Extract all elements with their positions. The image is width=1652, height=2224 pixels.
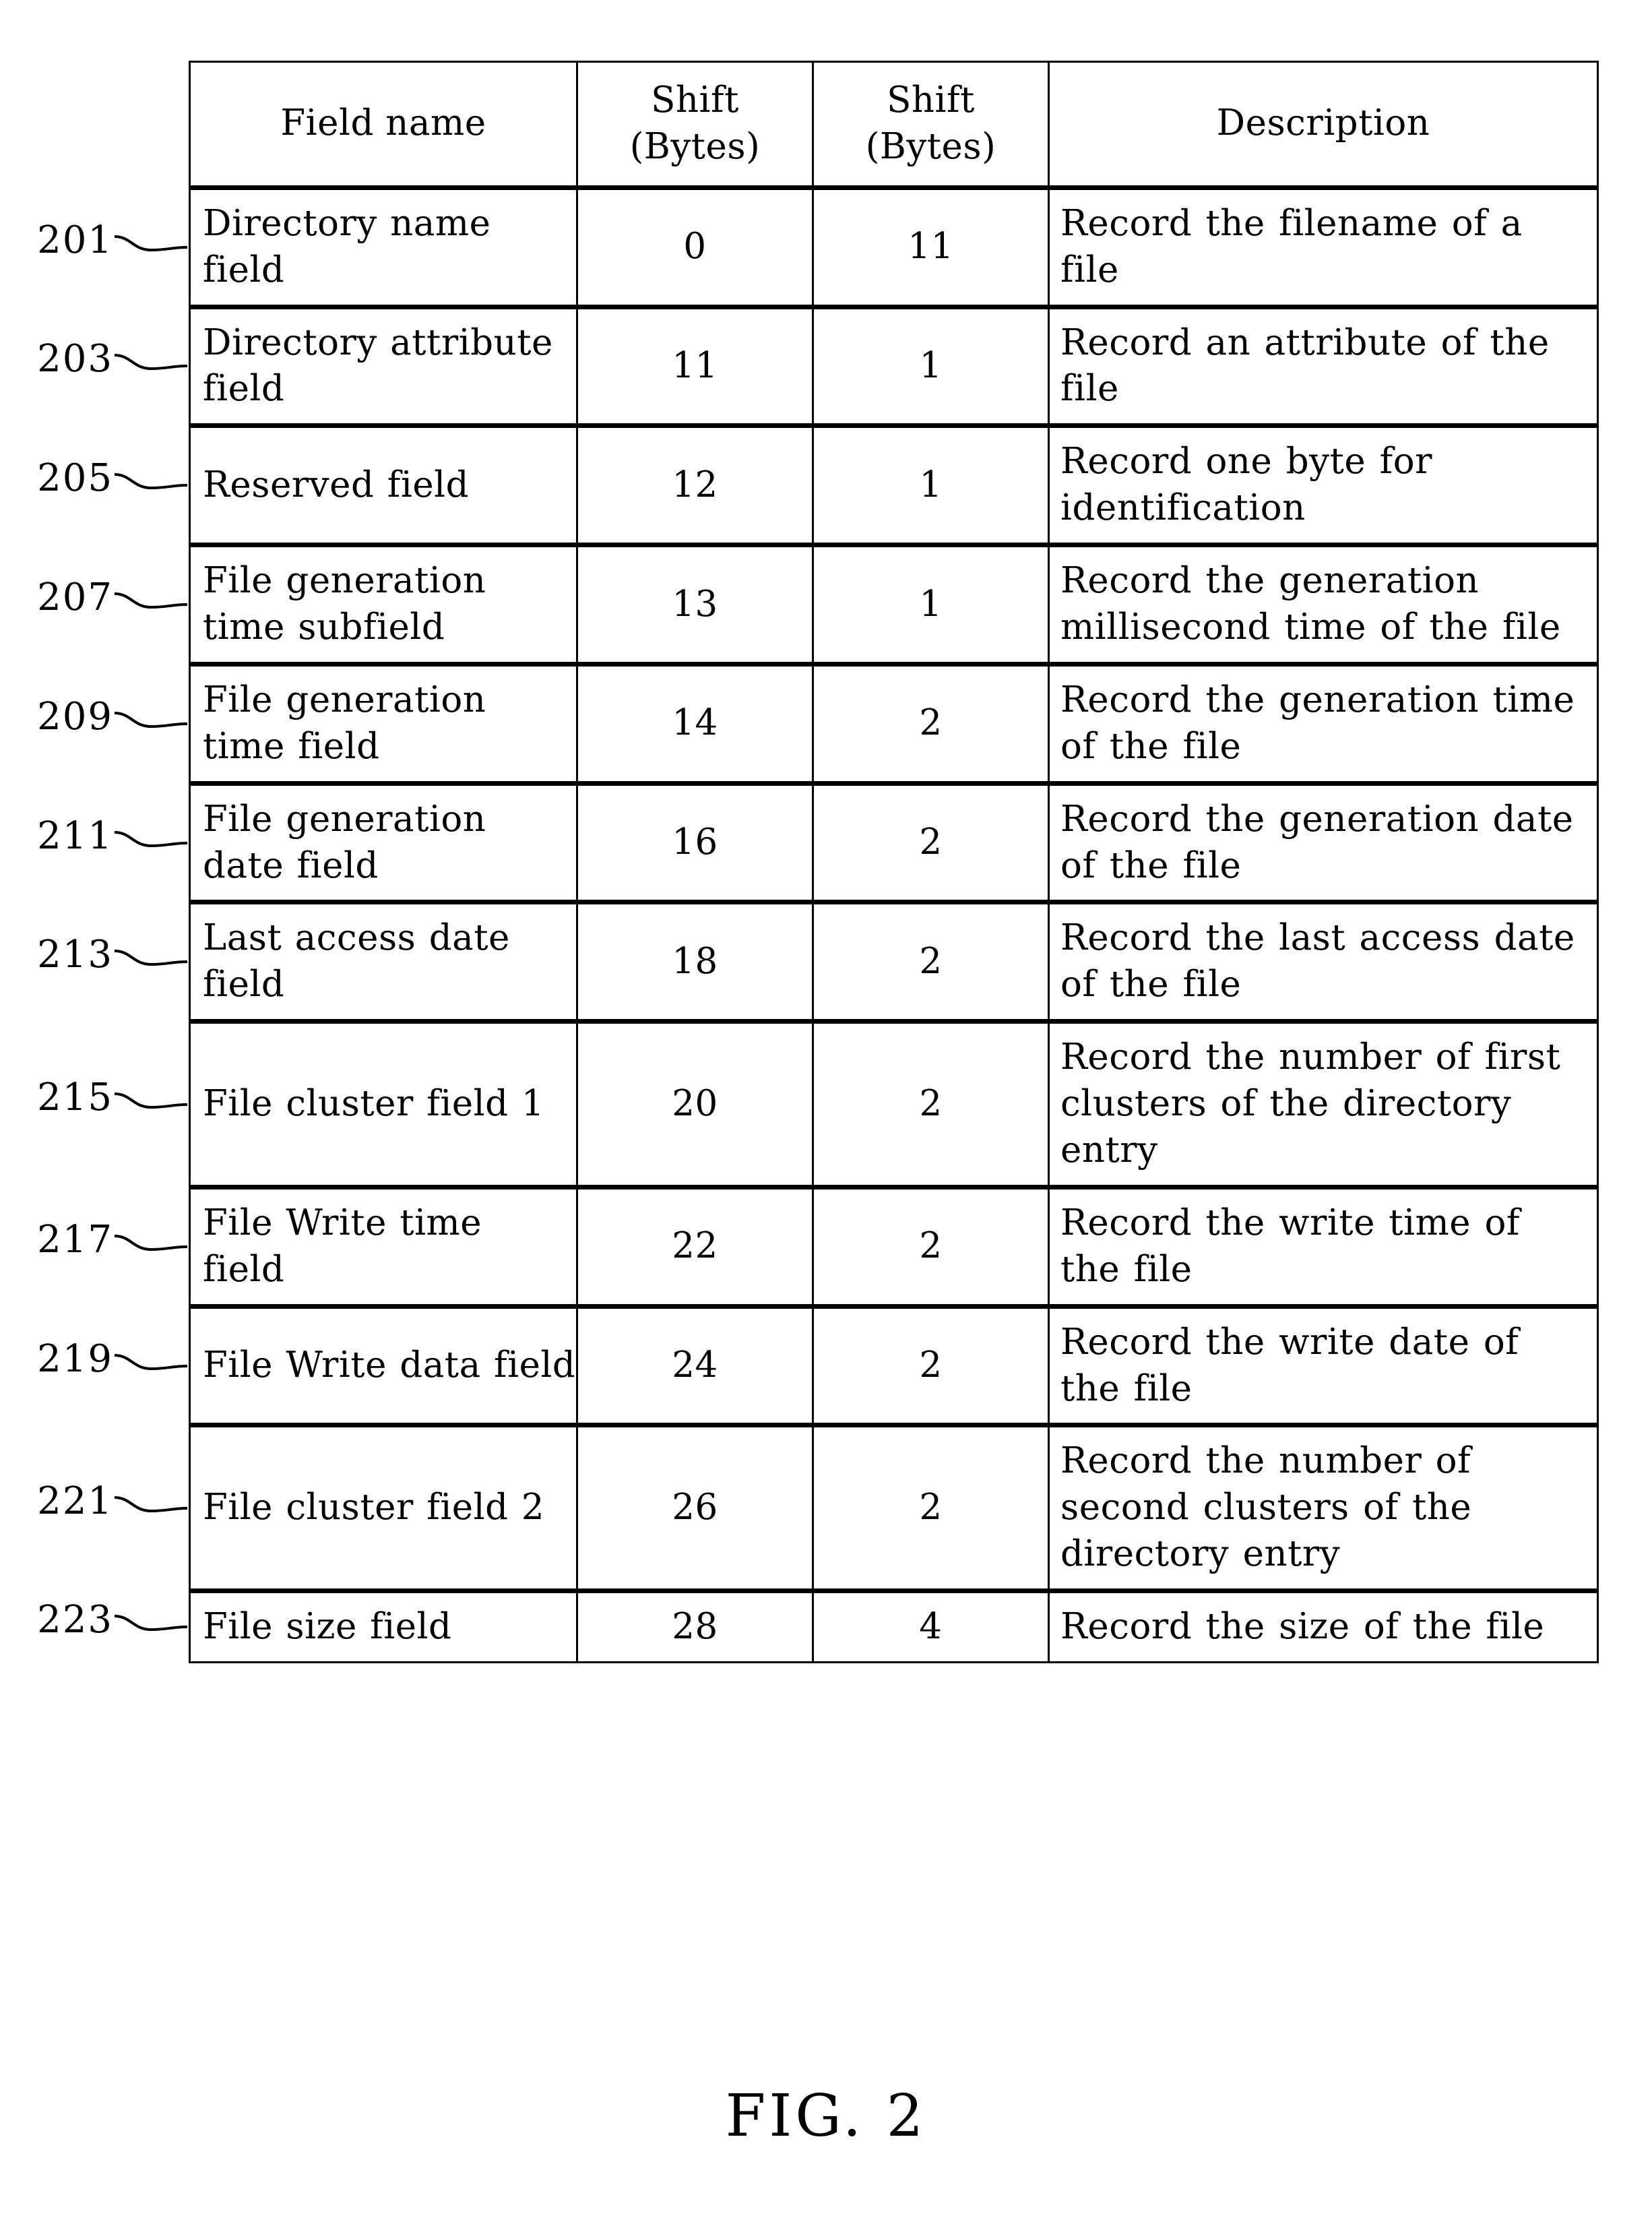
table-row: Directory attribute field 11 1 Record an at… (189, 304, 1599, 427)
leader-line (114, 1353, 188, 1370)
cell-field-name: Directory attribute field (189, 304, 578, 427)
cell-shift-length: 2 (812, 1303, 1050, 1427)
reference-numeral-label: 219 (37, 1336, 113, 1381)
directory-entry-structure-table: Field name Shift (Bytes) Shift (Bytes) D… (189, 61, 1599, 1664)
leader-line (114, 1234, 188, 1251)
cell-shift-length: 2 (812, 1423, 1050, 1593)
cell-description: Record the generation millisecond time o… (1048, 543, 1599, 665)
cell-shift-offset: 22 (576, 1184, 814, 1307)
cell-description: Record the last access date of the file (1048, 900, 1599, 1023)
cell-shift-offset: 12 (576, 423, 814, 547)
cell-shift-offset: 24 (576, 1303, 814, 1427)
reference-numeral-label: 217 (37, 1217, 113, 1262)
table-row: File Write data field 24 2 Record the write… (189, 1303, 1599, 1427)
table-row: File cluster field 2 26 2 Record the number… (189, 1423, 1599, 1593)
cell-shift-length: 2 (812, 900, 1050, 1023)
reference-numeral-label: 207 (37, 576, 113, 620)
reference-numeral-label: 203 (37, 337, 113, 381)
cell-description: Record the write date of the file (1048, 1303, 1599, 1427)
header-cell-shift-length: Shift (Bytes) (812, 61, 1050, 190)
leader-line (114, 830, 188, 847)
header-shift-length-line2: (Bytes) (865, 125, 996, 167)
header-cell-field-name: Field name (189, 61, 578, 190)
leader-line (114, 354, 188, 371)
reference-numeral-label: 221 (37, 1479, 113, 1523)
cell-shift-length: 11 (812, 185, 1050, 308)
cell-description: Record one byte for identification (1048, 423, 1599, 547)
leader-line (114, 950, 188, 966)
header-shift-offset-line2: (Bytes) (629, 125, 761, 167)
header-cell-shift-offset: Shift (Bytes) (576, 61, 814, 190)
cell-field-name: Reserved field (189, 423, 578, 547)
table-row: File Write time field 22 2 Record the write… (189, 1184, 1599, 1307)
cell-shift-offset: 20 (576, 1019, 814, 1188)
cell-shift-length: 1 (812, 304, 1050, 427)
cell-description: Record the number of first clusters of t… (1048, 1019, 1599, 1188)
cell-description: Record an attribute of the file (1048, 304, 1599, 427)
table-row: File generation time field 14 2 Record the … (189, 661, 1599, 784)
header-cell-description: Description (1048, 61, 1599, 190)
reference-numeral-label: 201 (37, 218, 113, 262)
reference-numeral-label: 209 (37, 694, 113, 739)
table-row: File generation time subfield 13 1 Record t… (189, 543, 1599, 665)
cell-description: Record the number of second clusters of … (1048, 1423, 1599, 1593)
leader-line (114, 1614, 188, 1631)
table-row: File generation date field 16 2 Record the … (189, 780, 1599, 904)
leader-line (114, 592, 188, 609)
cell-shift-length: 1 (812, 543, 1050, 665)
cell-field-name: Last access date field (189, 900, 578, 1023)
reference-numeral-label: 223 (37, 1597, 113, 1642)
table-row: File size field 28 4 Record the size of the… (189, 1588, 1599, 1664)
reference-numeral-label: 205 (37, 456, 113, 501)
cell-shift-length: 2 (812, 661, 1050, 784)
cell-shift-length: 2 (812, 780, 1050, 904)
cell-shift-offset: 26 (576, 1423, 814, 1593)
table-row: Last access date field 18 2 Record the last… (189, 900, 1599, 1023)
table-header-row: Field name Shift (Bytes) Shift (Bytes) D… (189, 61, 1599, 190)
cell-field-name: Directory name field (189, 185, 578, 308)
cell-shift-length: 2 (812, 1184, 1050, 1307)
cell-field-name: File cluster field 2 (189, 1423, 578, 1593)
header-shift-offset-line1: Shift (651, 80, 739, 121)
cell-shift-offset: 14 (576, 661, 814, 784)
reference-numeral-label: 213 (37, 933, 113, 977)
cell-shift-length: 2 (812, 1019, 1050, 1188)
leader-line (114, 473, 188, 490)
cell-field-name: File size field (189, 1588, 578, 1664)
reference-numeral-gutter: 201 203 205 207 209 211 213 215 217 219 221 223 (0, 61, 189, 2002)
header-shift-length-line1: Shift (887, 80, 975, 121)
cell-shift-offset: 18 (576, 900, 814, 1023)
cell-description: Record the filename of a file (1048, 185, 1599, 308)
cell-shift-offset: 28 (576, 1588, 814, 1664)
cell-shift-offset: 11 (576, 304, 814, 427)
figure-caption: FIG. 2 (725, 2082, 927, 2150)
table-row: Directory name field 0 11 Record the filena… (189, 185, 1599, 308)
cell-description: Record the generation date of the file (1048, 780, 1599, 904)
leader-line (114, 711, 188, 728)
cell-field-name: File Write data field (189, 1303, 578, 1427)
cell-shift-offset: 13 (576, 543, 814, 665)
cell-shift-length: 1 (812, 423, 1050, 547)
cell-field-name: File cluster field 1 (189, 1019, 578, 1188)
patent-figure: 201 203 205 207 209 211 213 215 217 219 221 223 Fie… (0, 0, 1652, 2224)
reference-numeral-label: 211 (37, 813, 113, 858)
cell-field-name: File generation time subfield (189, 543, 578, 665)
cell-description: Record the generation time of the file (1048, 661, 1599, 784)
cell-field-name: File generation date field (189, 780, 578, 904)
reference-numeral-label: 215 (37, 1075, 113, 1119)
leader-line (114, 1092, 188, 1109)
cell-description: Record the size of the file (1048, 1588, 1599, 1664)
cell-field-name: File generation time field (189, 661, 578, 784)
cell-shift-offset: 16 (576, 780, 814, 904)
cell-shift-length: 4 (812, 1588, 1050, 1664)
table-row: Reserved field 12 1 Record one byte for ide… (189, 423, 1599, 547)
cell-field-name: File Write time field (189, 1184, 578, 1307)
leader-line (114, 1495, 188, 1512)
cell-shift-offset: 0 (576, 185, 814, 308)
table-row: File cluster field 1 20 2 Record the number… (189, 1019, 1599, 1188)
leader-line (114, 235, 188, 251)
cell-description: Record the write time of the file (1048, 1184, 1599, 1307)
